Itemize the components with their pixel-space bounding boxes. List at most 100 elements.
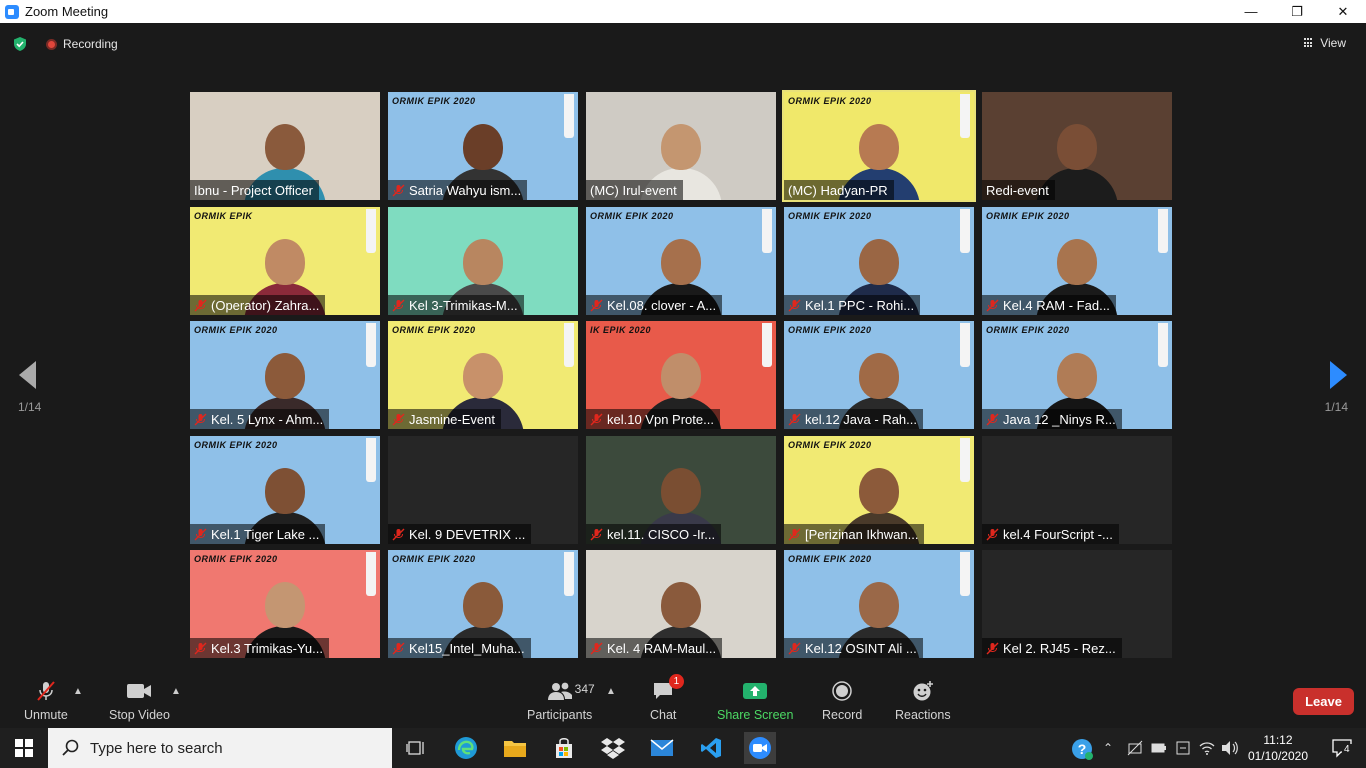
view-button[interactable]: View bbox=[1304, 36, 1346, 50]
muted-microphone-icon bbox=[194, 413, 207, 426]
participant-video-tile[interactable]: ORMIK EPIK 2020 Kel.1 Tiger Lake ... bbox=[190, 436, 380, 544]
record-icon bbox=[832, 680, 852, 702]
participants-icon: 347 bbox=[547, 680, 595, 702]
participant-name: Redi-event bbox=[986, 182, 1049, 198]
participant-video-tile[interactable]: ORMIK EPIK 2020 (MC) Hadyan-PR bbox=[782, 90, 976, 202]
video-camera-icon bbox=[126, 680, 152, 702]
task-view-icon[interactable] bbox=[400, 732, 432, 764]
maximize-button[interactable]: ❐ bbox=[1274, 0, 1320, 23]
record-label: Record bbox=[822, 708, 863, 722]
participant-video-tile[interactable]: ORMIK EPIK 2020 Satria Wahyu ism... bbox=[388, 92, 578, 200]
chat-button[interactable]: 1 Chat bbox=[650, 674, 685, 722]
banner-ribbon-icon bbox=[564, 323, 574, 367]
page-indicator-left: 1/14 bbox=[18, 400, 42, 414]
leave-meeting-button[interactable]: Leave bbox=[1293, 688, 1354, 715]
participant-video-tile[interactable]: Redi-event bbox=[982, 92, 1172, 200]
virtual-background-banner: ORMIK EPIK 2020 bbox=[392, 554, 476, 564]
record-button[interactable]: Record bbox=[822, 680, 862, 722]
participant-video-tile[interactable]: ORMIK EPIK 2020 Kel.08. clover - A... bbox=[586, 207, 776, 315]
minimize-button[interactable]: — bbox=[1228, 0, 1274, 23]
virtual-background-banner: ORMIK EPIK 2020 bbox=[194, 440, 278, 450]
muted-microphone-icon bbox=[392, 413, 405, 426]
participant-video-tile[interactable]: ORMIK EPIK 2020 Kel.12 OSINT Ali ... bbox=[784, 550, 974, 658]
virtual-background-banner: ORMIK EPIK 2020 bbox=[788, 325, 872, 335]
participant-nameplate: Kel 3-Trimikas-M... bbox=[388, 295, 524, 315]
notification-center-icon[interactable]: 4 bbox=[1332, 738, 1352, 758]
participant-video-tile[interactable]: Kel 2. RJ45 - Rez... bbox=[982, 550, 1172, 658]
participant-video-tile[interactable]: ORMIK EPIK (Operator) Zahra... bbox=[190, 207, 380, 315]
muted-microphone-icon bbox=[986, 528, 999, 541]
recording-dot-icon bbox=[46, 38, 57, 50]
participant-name: Satria Wahyu ism... bbox=[409, 182, 522, 198]
show-hidden-icons-chevron-icon[interactable]: ⌃ bbox=[1103, 741, 1113, 755]
participants-button[interactable]: 347 Participants bbox=[527, 680, 595, 722]
participant-name: Kel. 4 RAM-Maul... bbox=[607, 640, 717, 656]
dropbox-icon[interactable] bbox=[597, 732, 629, 764]
virtual-background-banner: ORMIK EPIK 2020 bbox=[194, 325, 278, 335]
visual-studio-code-icon[interactable] bbox=[695, 732, 727, 764]
participant-video-tile[interactable]: ORMIK EPIK 2020 Kel15_Intel_Muha... bbox=[388, 550, 578, 658]
video-options-caret-icon[interactable]: ▲ bbox=[171, 686, 181, 697]
reactions-button[interactable]: Reactions bbox=[895, 680, 951, 722]
banner-ribbon-icon bbox=[960, 94, 970, 138]
participant-video-tile[interactable]: Kel 3-Trimikas-M... bbox=[388, 207, 578, 315]
virtual-background-banner: ORMIK EPIK 2020 bbox=[590, 211, 674, 221]
participant-video-tile[interactable]: kel.11. CISCO -Ir... bbox=[586, 436, 776, 544]
banner-ribbon-icon bbox=[960, 209, 970, 253]
help-icon[interactable]: ? bbox=[1070, 737, 1094, 766]
muted-microphone-icon bbox=[590, 299, 603, 312]
virtual-background-banner: ORMIK EPIK 2020 bbox=[986, 325, 1070, 335]
participant-nameplate: (Operator) Zahra... bbox=[190, 295, 326, 315]
share-screen-label: Share Screen bbox=[717, 708, 794, 722]
participant-name: Kel.1 Tiger Lake ... bbox=[211, 526, 320, 542]
file-explorer-icon[interactable] bbox=[499, 732, 531, 764]
participant-video-tile[interactable]: ORMIK EPIK 2020 kel.12 Java - Rah... bbox=[784, 321, 974, 429]
participant-nameplate: Kel.1 PPC - Rohi... bbox=[784, 295, 921, 315]
stop-video-button[interactable]: Stop Video bbox=[109, 680, 170, 722]
mail-icon[interactable] bbox=[646, 732, 678, 764]
participant-video-tile[interactable]: ORMIK EPIK 2020 Kel.4 RAM - Fad... bbox=[982, 207, 1172, 315]
muted-microphone-icon bbox=[392, 184, 405, 197]
close-button[interactable]: ✕ bbox=[1320, 0, 1366, 23]
zoom-taskbar-icon[interactable] bbox=[744, 732, 776, 764]
participant-name: Kel.4 RAM - Fad... bbox=[1003, 297, 1110, 313]
device-icon[interactable] bbox=[1175, 740, 1191, 761]
participant-name: Kel 3-Trimikas-M... bbox=[409, 297, 518, 313]
taskbar-clock[interactable]: 11:12 01/10/2020 bbox=[1248, 732, 1308, 764]
network-off-icon[interactable] bbox=[1127, 740, 1143, 761]
participant-video-tile[interactable]: ORMIK EPIK 2020 Kel.1 PPC - Rohi... bbox=[784, 207, 974, 315]
participants-options-caret-icon[interactable]: ▲ bbox=[606, 686, 616, 697]
participant-video-tile[interactable]: Kel. 9 DEVETRIX ... bbox=[388, 436, 578, 544]
recording-indicator[interactable]: Recording bbox=[46, 37, 118, 51]
next-page-arrow-icon[interactable] bbox=[1330, 361, 1347, 389]
participant-name: Java 12 _Ninys R... bbox=[1003, 411, 1116, 427]
edge-browser-icon[interactable] bbox=[450, 732, 482, 764]
virtual-background-banner: ORMIK EPIK 2020 bbox=[194, 554, 278, 564]
participant-video-tile[interactable]: ORMIK EPIK 2020 [Perizinan Ikhwan... bbox=[784, 436, 974, 544]
meeting-topbar bbox=[0, 23, 1366, 63]
previous-page-arrow-icon[interactable] bbox=[19, 361, 36, 389]
wifi-icon[interactable] bbox=[1199, 740, 1215, 761]
participant-video-tile[interactable]: IK EPIK 2020 kel.10 Vpn Prote... bbox=[586, 321, 776, 429]
unmute-button[interactable]: Unmute bbox=[24, 680, 68, 722]
share-screen-button[interactable]: Share Screen bbox=[717, 680, 793, 722]
security-shield-icon[interactable] bbox=[12, 36, 28, 52]
participant-video-tile[interactable]: Ibnu - Project Officer bbox=[190, 92, 380, 200]
participant-name: kel.12 Java - Rah... bbox=[805, 411, 917, 427]
participant-video-tile[interactable]: Kel. 4 RAM-Maul... bbox=[586, 550, 776, 658]
participant-video-tile[interactable]: ORMIK EPIK 2020 Kel.3 Trimikas-Yu... bbox=[190, 550, 380, 658]
participant-name: [Perizinan Ikhwan... bbox=[805, 526, 919, 542]
participant-video-tile[interactable]: (MC) Irul-event bbox=[586, 92, 776, 200]
windows-start-icon[interactable] bbox=[0, 728, 48, 768]
participant-video-tile[interactable]: ORMIK EPIK 2020 Kel. 5 Lynx - Ahm... bbox=[190, 321, 380, 429]
participant-nameplate: kel.11. CISCO -Ir... bbox=[586, 524, 722, 544]
taskbar-search-box[interactable]: Type here to search bbox=[48, 728, 392, 768]
participant-video-tile[interactable]: ORMIK EPIK 2020 Jasmine-Event bbox=[388, 321, 578, 429]
audio-options-caret-icon[interactable]: ▲ bbox=[73, 686, 83, 697]
battery-icon[interactable] bbox=[1151, 741, 1167, 759]
participant-name: Kel.1 PPC - Rohi... bbox=[805, 297, 915, 313]
volume-icon[interactable] bbox=[1221, 740, 1239, 761]
participant-video-tile[interactable]: kel.4 FourScript -... bbox=[982, 436, 1172, 544]
microsoft-store-icon[interactable] bbox=[548, 732, 580, 764]
participant-video-tile[interactable]: ORMIK EPIK 2020 Java 12 _Ninys R... bbox=[982, 321, 1172, 429]
